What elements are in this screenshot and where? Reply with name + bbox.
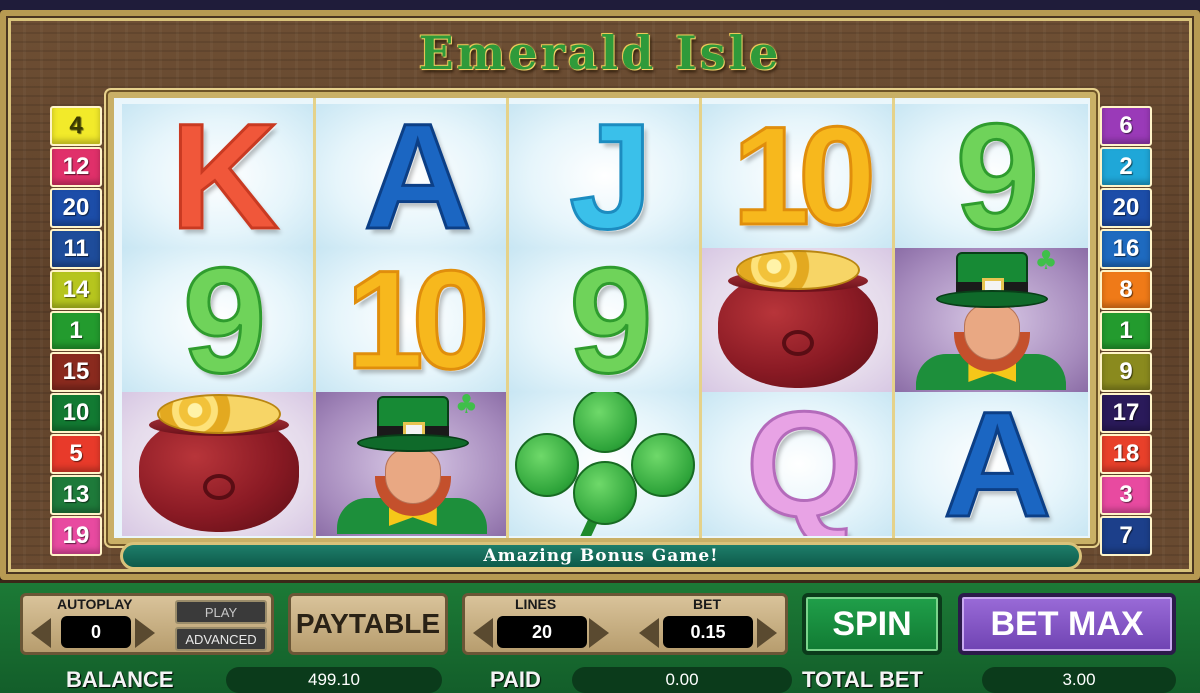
game-title: Emerald Isle [418, 26, 782, 80]
lines-increase-button[interactable] [587, 616, 611, 650]
reel-1-row-1: K [122, 104, 316, 248]
reel-2-row-2: 10 [315, 248, 509, 392]
arrow-left-icon [639, 618, 659, 648]
reel-4-row-3: Q [701, 392, 895, 536]
reel-separator [506, 98, 509, 538]
lines-decrease-button[interactable] [471, 616, 495, 650]
payline-left-indicator[interactable]: 13 [50, 475, 102, 515]
symbol-k: K [169, 104, 280, 248]
bet-increase-button[interactable] [755, 616, 779, 650]
payline-left-indicator[interactable]: 4 [50, 106, 102, 146]
payline-left-indicator[interactable]: 10 [50, 393, 102, 433]
autoplay-increase-button[interactable] [133, 616, 157, 650]
arrow-right-icon [757, 618, 777, 648]
payline-right-indicator[interactable]: 16 [1100, 229, 1152, 269]
balance-label: BALANCE [66, 667, 174, 692]
symbol-9: 9 [568, 248, 655, 392]
bet-label: BET [693, 596, 721, 612]
payline-right-indicator[interactable]: 8 [1100, 270, 1152, 310]
lines-label: LINES [515, 596, 557, 612]
control-panel: AUTOPLAY 0 PLAY ADVANCED PAYTABLE LINES … [0, 580, 1200, 693]
payline-right-indicator[interactable]: 6 [1100, 106, 1152, 146]
bet-value: 0.15 [663, 616, 753, 648]
reel-separator [313, 98, 316, 538]
reel-3-row-3 [508, 392, 702, 536]
reels-frame: K A J 10 9 9 10 9 ♣ ♣ Q A [108, 92, 1096, 544]
top-strip [0, 0, 1200, 10]
balance-value: 499.10 [226, 667, 442, 693]
autoplay-label: AUTOPLAY [57, 596, 133, 612]
symbol-q: Q [744, 392, 864, 536]
four-leaf-clover-icon [514, 392, 695, 536]
pot-of-gold-icon [718, 250, 879, 390]
arrow-left-icon [31, 618, 51, 648]
payline-right-indicator[interactable]: 3 [1100, 475, 1152, 515]
payline-right-indicator[interactable]: 20 [1100, 188, 1152, 228]
reel-4-row-1: 10 [701, 104, 895, 248]
symbol-10: 10 [344, 248, 491, 392]
symbol-a: A [942, 392, 1053, 536]
payline-left-indicator[interactable]: 15 [50, 352, 102, 392]
reel-separator [892, 98, 895, 538]
payline-right-indicator[interactable]: 7 [1100, 516, 1152, 556]
arrow-right-icon [589, 618, 609, 648]
reel-5-row-1: 9 [894, 104, 1088, 248]
autoplay-decrease-button[interactable] [29, 616, 53, 650]
symbol-10: 10 [731, 104, 878, 248]
paylines-left: 4 12 20 11 14 1 15 10 5 13 19 [50, 106, 102, 556]
payline-right-indicator[interactable]: 18 [1100, 434, 1152, 474]
pot-of-gold-icon [138, 394, 299, 534]
payline-left-indicator[interactable]: 20 [50, 188, 102, 228]
payline-left-indicator[interactable]: 14 [50, 270, 102, 310]
bet-max-button[interactable]: BET MAX [958, 593, 1176, 655]
symbol-9: 9 [181, 248, 268, 392]
paytable-button[interactable]: PAYTABLE [288, 593, 448, 655]
payline-left-indicator[interactable]: 12 [50, 147, 102, 187]
status-row: BALANCE 499.10 PAID 0.00 TOTAL BET 3.00 [0, 667, 1200, 693]
leprechaun-icon: ♣ [916, 248, 1067, 390]
reel-3-row-1: J [508, 104, 702, 248]
paylines-right: 6 2 20 16 8 1 9 17 18 3 7 [1100, 106, 1152, 556]
arrow-left-icon [473, 618, 493, 648]
payline-left-indicator[interactable]: 11 [50, 229, 102, 269]
payline-right-indicator[interactable]: 1 [1100, 311, 1152, 351]
lines-value: 20 [497, 616, 587, 648]
spin-button[interactable]: SPIN [802, 593, 942, 655]
paid-label: PAID [490, 667, 541, 692]
payline-right-indicator[interactable]: 2 [1100, 147, 1152, 187]
total-bet-label: TOTAL BET [802, 667, 923, 692]
reel-2-row-1: A [315, 104, 509, 248]
payline-right-indicator[interactable]: 9 [1100, 352, 1152, 392]
leprechaun-icon: ♣ [336, 392, 487, 534]
reel-1-row-3 [122, 392, 316, 536]
autoplay-value: 0 [61, 616, 131, 648]
reel-separator [699, 98, 702, 538]
reel-5-row-2: ♣ [894, 248, 1088, 392]
reel-2-row-3: ♣ [315, 392, 509, 536]
reel-3-row-2: 9 [508, 248, 702, 392]
payline-left-indicator[interactable]: 5 [50, 434, 102, 474]
reel-4-row-2 [701, 248, 895, 392]
payline-left-indicator[interactable]: 1 [50, 311, 102, 351]
bet-decrease-button[interactable] [637, 616, 661, 650]
symbol-a: A [362, 104, 473, 248]
lines-bet-panel: LINES 20 BET 0.15 [462, 593, 788, 655]
payline-right-indicator[interactable]: 17 [1100, 393, 1152, 433]
symbol-j: J [568, 104, 655, 248]
total-bet-value: 3.00 [982, 667, 1176, 693]
payline-left-indicator[interactable]: 19 [50, 516, 102, 556]
message-bar: Amazing Bonus Game! [120, 542, 1082, 570]
autoplay-advanced-button[interactable]: ADVANCED [175, 627, 267, 651]
autoplay-panel: AUTOPLAY 0 PLAY ADVANCED [20, 593, 274, 655]
reel-5-row-3: A [894, 392, 1088, 536]
reels-grid: K A J 10 9 9 10 9 ♣ ♣ Q A [122, 104, 1088, 536]
autoplay-play-button[interactable]: PLAY [175, 600, 267, 624]
paid-value: 0.00 [572, 667, 792, 693]
arrow-right-icon [135, 618, 155, 648]
reel-1-row-2: 9 [122, 248, 316, 392]
symbol-9: 9 [954, 104, 1041, 248]
